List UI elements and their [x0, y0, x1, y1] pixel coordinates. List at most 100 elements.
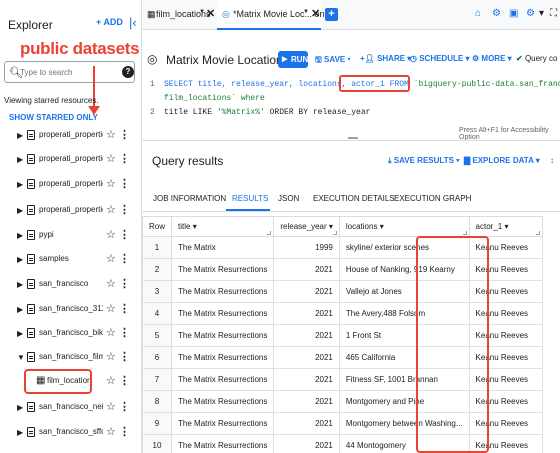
tree-item-dataset[interactable]: ▶ properati_properties_uy ☆ ⋮: [0, 201, 141, 223]
star-icon[interactable]: ☆: [106, 177, 116, 190]
cell-title[interactable]: The Matrix Resurrections: [171, 280, 275, 303]
code-line-1-wrap[interactable]: film_locations` where: [150, 94, 265, 103]
chevron-right-icon[interactable]: ▶: [17, 428, 23, 437]
cell-release-year[interactable]: 2021: [273, 346, 340, 369]
star-icon[interactable]: ☆: [106, 326, 116, 339]
cell-title[interactable]: The Matrix Resurrections: [171, 368, 275, 391]
chevron-right-icon[interactable]: ▶: [17, 155, 23, 164]
gear-icon[interactable]: ⚙: [492, 8, 501, 19]
cell-release-year[interactable]: 2021: [273, 280, 340, 303]
collapse-panel-icon[interactable]: |‹: [129, 15, 137, 30]
kebab-menu-icon[interactable]: ⋮: [119, 425, 130, 438]
close-icon[interactable]: ✕: [311, 7, 320, 20]
column-header-locations[interactable]: locations ▾: [338, 216, 470, 237]
caret-down-icon[interactable]: ▼: [199, 9, 205, 15]
column-header-release-year[interactable]: release_year ▾: [273, 216, 340, 237]
search-box[interactable]: 🔍︎ ?: [4, 61, 135, 83]
kebab-menu-icon[interactable]: ⋮: [119, 302, 130, 315]
star-icon[interactable]: ☆: [106, 277, 116, 290]
cell-title[interactable]: The Matrix Resurrections: [171, 302, 275, 325]
chevron-right-icon[interactable]: ▶: [17, 180, 23, 189]
cell-title[interactable]: The Matrix Resurrections: [171, 258, 275, 281]
save-results-button[interactable]: ⤓ SAVE RESULTS ▾: [388, 156, 460, 166]
tree-item-dataset[interactable]: ▶ properati_properties_pe ☆ ⋮: [0, 175, 141, 197]
cell-release-year[interactable]: 2021: [273, 368, 340, 391]
code-line-2[interactable]: 2 title LIKE '%Matrix%' ORDER BY release_…: [150, 108, 370, 117]
tree-item-dataset[interactable]: ▶ properati_properties_mx ☆ ⋮: [0, 150, 141, 172]
star-icon[interactable]: ☆: [106, 425, 116, 438]
kebab-menu-icon[interactable]: ⋮: [119, 228, 130, 241]
cell-title[interactable]: The Matrix Resurrections: [171, 324, 275, 347]
cell-title[interactable]: The Matrix Resurrections: [171, 434, 275, 453]
tree-item-dataset[interactable]: ▶ san_francisco_sffd_servi... ☆ ⋮: [0, 423, 141, 445]
tab-job-information[interactable]: JOB INFORMATION: [153, 194, 226, 203]
settings-icon[interactable]: ⚙: [526, 8, 535, 19]
save-button[interactable]: 🖫︎ SAVE ▾: [315, 54, 350, 68]
tab-json[interactable]: JSON: [278, 194, 299, 203]
resize-icon[interactable]: [462, 231, 467, 235]
tree-item-dataset[interactable]: ▶ pypi ☆ ⋮: [0, 226, 141, 248]
chevron-right-icon[interactable]: ▶: [17, 403, 23, 412]
kebab-menu-icon[interactable]: ⋮: [119, 350, 130, 363]
home-icon[interactable]: ⌂: [475, 8, 481, 19]
caret-down-icon[interactable]: ▾: [329, 222, 333, 231]
explore-data-button[interactable]: ▇ EXPLORE DATA ▾: [464, 156, 540, 165]
run-button[interactable]: ▶ RUN: [278, 51, 308, 68]
resize-handle[interactable]: [348, 137, 358, 139]
cell-release-year[interactable]: 2021: [273, 324, 340, 347]
cell-release-year[interactable]: 2021: [273, 302, 340, 325]
caret-down-icon[interactable]: ▾: [380, 222, 384, 231]
cell-title[interactable]: The Matrix Resurrections: [171, 390, 275, 413]
star-icon[interactable]: ☆: [106, 128, 116, 141]
star-icon[interactable]: ☆: [106, 350, 116, 363]
cell-release-year[interactable]: 1999: [273, 236, 340, 259]
column-header-title[interactable]: title ▾: [171, 216, 275, 237]
chevron-right-icon[interactable]: ▶: [17, 255, 23, 264]
dropdown-icon[interactable]: ▾: [539, 8, 544, 19]
kebab-menu-icon[interactable]: ⋮: [119, 374, 130, 387]
tree-item-dataset[interactable]: ▶ san_francisco_bikeshare ☆ ⋮: [0, 324, 141, 346]
kebab-menu-icon[interactable]: ⋮: [119, 252, 130, 265]
chevron-right-icon[interactable]: ▶: [17, 206, 23, 215]
close-icon[interactable]: ✕: [206, 7, 215, 20]
kebab-menu-icon[interactable]: ⋮: [119, 152, 130, 165]
search-input[interactable]: [20, 65, 115, 80]
cell-title[interactable]: The Matrix Resurrections: [171, 346, 275, 369]
share-button[interactable]: +👤︎ SHARE ▾: [360, 54, 411, 63]
chevron-down-icon[interactable]: ▼: [17, 353, 25, 362]
tree-item-dataset[interactable]: ▶ san_francisco_311 ☆ ⋮: [0, 300, 141, 322]
add-button[interactable]: + ADD: [96, 17, 123, 27]
resize-icon[interactable]: [332, 231, 337, 235]
caret-down-icon[interactable]: ▾: [193, 222, 197, 231]
tab-matrix-query[interactable]: ◎ *Matrix Movie Loc... ons ▼ ✕: [217, 0, 329, 30]
tab-execution-details[interactable]: EXECUTION DETAILS: [313, 194, 395, 203]
tree-item-dataset[interactable]: ▶ properati_properties_co ☆ ⋮: [0, 126, 141, 148]
cell-release-year[interactable]: 2021: [273, 412, 340, 435]
tree-item-dataset[interactable]: ▶ san_francisco_neighbor... ☆ ⋮: [0, 398, 141, 420]
cell-release-year[interactable]: 2021: [273, 258, 340, 281]
tree-item-dataset[interactable]: ▶ samples ☆ ⋮: [0, 250, 141, 272]
expand-icon[interactable]: ↕: [550, 156, 554, 165]
tab-film-locations[interactable]: ▦ film_locations ▼ ✕: [142, 0, 215, 30]
chevron-right-icon[interactable]: ▶: [17, 305, 23, 314]
chevron-right-icon[interactable]: ▶: [17, 329, 23, 338]
star-icon[interactable]: ☆: [106, 374, 116, 387]
kebab-menu-icon[interactable]: ⋮: [119, 203, 130, 216]
show-starred-only-button[interactable]: SHOW STARRED ONLY: [9, 113, 98, 122]
schedule-button[interactable]: ◷ SCHEDULE ▾: [410, 54, 469, 63]
tab-results[interactable]: RESULTS: [232, 194, 268, 203]
star-icon[interactable]: ☆: [106, 302, 116, 315]
star-icon[interactable]: ☆: [106, 252, 116, 265]
kebab-menu-icon[interactable]: ⋮: [119, 128, 130, 141]
kebab-menu-icon[interactable]: ⋮: [119, 326, 130, 339]
chevron-right-icon[interactable]: ▶: [17, 231, 23, 240]
star-icon[interactable]: ☆: [106, 152, 116, 165]
cell-title[interactable]: The Matrix Resurrections: [171, 412, 275, 435]
caret-down-icon[interactable]: ▾: [504, 222, 508, 231]
grid-icon[interactable]: ▣: [509, 8, 518, 19]
kebab-menu-icon[interactable]: ⋮: [119, 277, 130, 290]
resize-icon[interactable]: [267, 231, 272, 235]
tab-execution-graph[interactable]: EXECUTION GRAPH: [394, 194, 471, 203]
more-button[interactable]: ⚙ MORE ▾: [472, 54, 512, 63]
kebab-menu-icon[interactable]: ⋮: [119, 177, 130, 190]
